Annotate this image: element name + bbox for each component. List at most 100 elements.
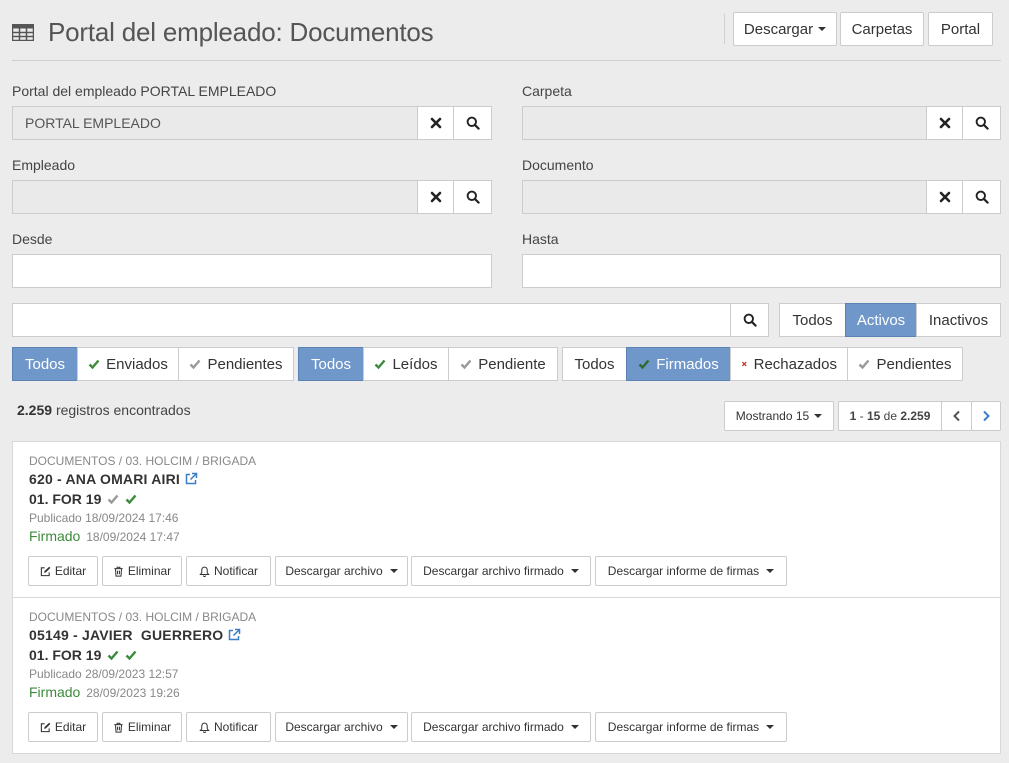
bell-icon xyxy=(199,566,210,577)
filter-status-inactive[interactable]: Inactivos xyxy=(916,303,1001,337)
download-signed-file-button[interactable]: Descargar archivo firmado xyxy=(411,712,591,742)
range-end: 15 xyxy=(866,409,881,423)
folder-search-button[interactable] xyxy=(962,106,1001,140)
download-file-button[interactable]: Descargar archivo xyxy=(275,712,408,742)
filter-signed-signed[interactable]: Firmados xyxy=(626,347,731,381)
document-clear-button[interactable] xyxy=(926,180,963,214)
folder-field[interactable] xyxy=(522,106,927,140)
filter-read-read-label: Leídos xyxy=(392,355,438,373)
signed-label: Firmado xyxy=(29,528,81,544)
chevron-right-icon xyxy=(983,410,990,422)
clear-x-icon xyxy=(939,191,950,203)
filter-status-active[interactable]: Activos xyxy=(845,303,917,337)
page-header: Portal del empleado: Documentos xyxy=(12,12,434,52)
edit-label: Editar xyxy=(54,720,87,734)
record-employee-name: 620 - ANA OMARI AIRI xyxy=(29,471,181,487)
record-breadcrumb: DOCUMENTOS / 03. HOLCIM / BRIGADA xyxy=(29,454,257,468)
next-page-button[interactable] xyxy=(971,401,1001,431)
edit-label: Editar xyxy=(54,564,87,578)
employee-search-button[interactable] xyxy=(453,180,492,214)
search-button[interactable] xyxy=(730,303,769,337)
list-item: DOCUMENTOS / 03. HOLCIM / BRIGADA 620 - … xyxy=(12,441,1001,598)
download-file-label: Descargar archivo xyxy=(285,720,383,734)
notify-label: Notificar xyxy=(213,564,258,578)
caret-down-icon xyxy=(570,725,579,729)
range-start: 1 xyxy=(849,409,857,423)
page-size-label: Mostrando 15 xyxy=(735,409,810,423)
filter-signed-signed-label: Firmados xyxy=(656,355,719,373)
document-label: Documento xyxy=(522,157,594,173)
notify-button[interactable]: Notificar xyxy=(186,712,271,742)
prev-page-button[interactable] xyxy=(941,401,972,431)
filter-sent-all[interactable]: Todos xyxy=(12,347,78,381)
clear-x-icon xyxy=(430,191,441,203)
caret-down-icon xyxy=(818,27,827,31)
check-icon xyxy=(638,359,650,370)
filter-status-all[interactable]: Todos xyxy=(779,303,846,337)
trash-icon xyxy=(114,722,123,733)
filter-signed-pending[interactable]: Pendientes xyxy=(847,347,963,381)
delete-button[interactable]: Eliminar xyxy=(102,712,182,742)
delete-button[interactable]: Eliminar xyxy=(102,556,182,586)
download-dropdown-button[interactable]: Descargar xyxy=(733,12,837,46)
download-signature-report-button[interactable]: Descargar informe de firmas xyxy=(595,556,787,586)
check-icon xyxy=(190,359,201,370)
external-link-icon[interactable] xyxy=(184,472,198,486)
external-link-icon[interactable] xyxy=(227,628,241,642)
bell-icon xyxy=(199,722,210,733)
caret-down-icon xyxy=(389,725,398,729)
edit-icon xyxy=(40,722,51,732)
portal-clear-button[interactable] xyxy=(417,106,454,140)
search-input[interactable] xyxy=(12,303,732,337)
check-icon xyxy=(460,359,472,370)
employee-field[interactable] xyxy=(12,180,418,214)
filter-signed-all[interactable]: Todos xyxy=(562,347,627,381)
portal-button[interactable]: Portal xyxy=(928,12,993,46)
search-icon xyxy=(975,190,989,204)
filter-sent-pending[interactable]: Pendientes xyxy=(178,347,294,381)
published-label: Publicado xyxy=(29,667,82,681)
filter-signed-rejected-label: Rechazados xyxy=(753,355,837,373)
download-file-button[interactable]: Descargar archivo xyxy=(275,556,408,586)
to-label: Hasta xyxy=(522,231,559,247)
filter-sent-sent[interactable]: Enviados xyxy=(77,347,179,381)
folder-clear-button[interactable] xyxy=(926,106,963,140)
edit-button[interactable]: Editar xyxy=(28,556,98,586)
record-document-name: 01. FOR 19 xyxy=(29,647,102,663)
signed-date: 28/09/2023 19:26 xyxy=(86,686,180,700)
edit-button[interactable]: Editar xyxy=(28,712,98,742)
page-size-dropdown[interactable]: Mostrando 15 xyxy=(724,401,834,431)
check-icon xyxy=(126,494,137,505)
notify-label: Notificar xyxy=(213,720,258,734)
filter-signed-rejected[interactable]: Rechazados xyxy=(730,347,848,381)
reject-x-icon xyxy=(741,361,747,367)
search-icon xyxy=(466,190,480,204)
record-employee-name: 05149 - JAVIER GUERRERO xyxy=(29,627,224,643)
filter-read-pending[interactable]: Pendiente xyxy=(448,347,558,381)
portal-search-button[interactable] xyxy=(453,106,492,140)
download-signed-file-button[interactable]: Descargar archivo firmado xyxy=(411,556,591,586)
header-divider xyxy=(12,60,1001,61)
filter-read-all[interactable]: Todos xyxy=(298,347,364,381)
portal-field[interactable]: PORTAL EMPLEADO xyxy=(12,106,418,140)
check-icon xyxy=(108,650,119,661)
filter-read-read[interactable]: Leídos xyxy=(363,347,449,381)
employee-clear-button[interactable] xyxy=(417,180,454,214)
notify-button[interactable]: Notificar xyxy=(186,556,271,586)
filter-sent-pending-label: Pendientes xyxy=(207,355,283,373)
caret-down-icon xyxy=(766,569,775,573)
portal-label: Portal del empleado PORTAL EMPLEADO xyxy=(12,83,277,99)
document-field[interactable] xyxy=(522,180,927,214)
from-date-input[interactable] xyxy=(12,254,492,288)
range-total: 2.259 xyxy=(900,409,931,423)
from-label: Desde xyxy=(12,231,53,247)
folders-button[interactable]: Carpetas xyxy=(840,12,924,46)
download-signature-report-button[interactable]: Descargar informe de firmas xyxy=(595,712,787,742)
to-date-input[interactable] xyxy=(522,254,1001,288)
download-report-label: Descargar informe de firmas xyxy=(607,564,760,578)
delete-label: Eliminar xyxy=(127,720,172,734)
signed-date: 18/09/2024 17:47 xyxy=(86,530,180,544)
document-search-button[interactable] xyxy=(962,180,1001,214)
record-employee: 620 - ANA OMARI AIRI xyxy=(29,471,198,487)
edit-icon xyxy=(40,566,51,576)
